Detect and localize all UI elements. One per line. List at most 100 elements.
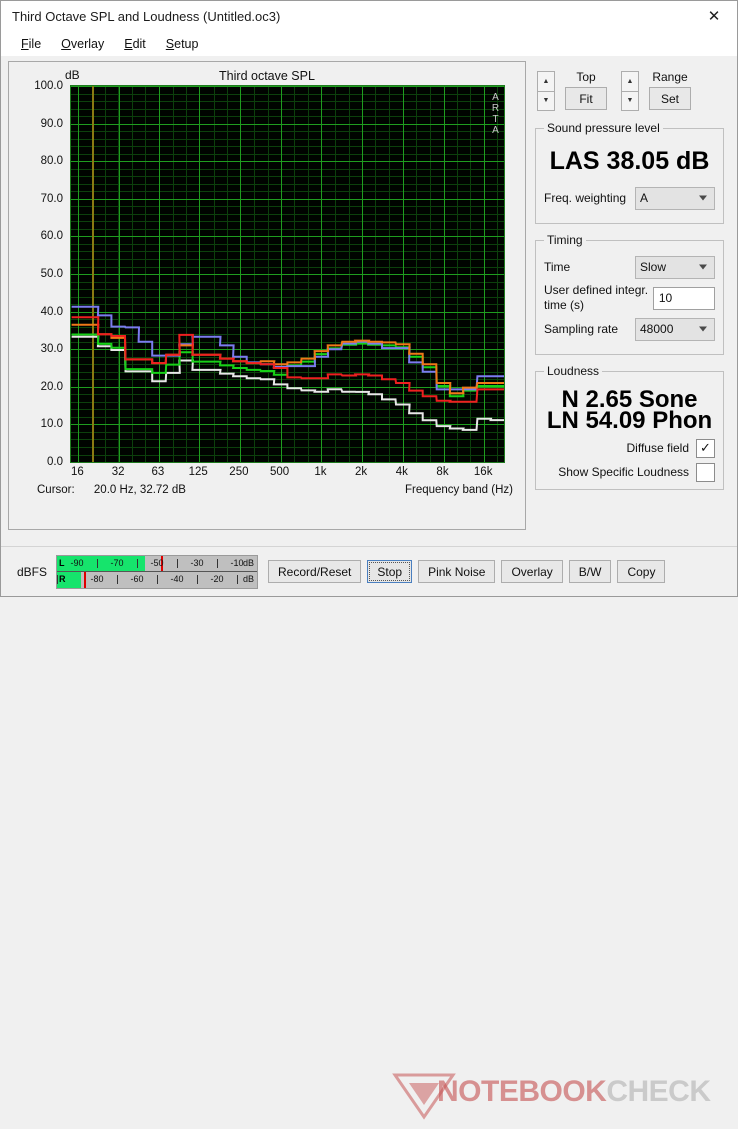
level-meter-tick-label: -50 (150, 557, 164, 568)
y-axis-labels: 100.0 90.0 80.0 70.0 60.0 50.0 40.0 30.0 20.0 10.… (9, 80, 67, 468)
x-axis-tick-label: 16k (473, 466, 493, 478)
menu-item-label: etup (174, 37, 199, 51)
menu-item-label: ile (28, 37, 42, 51)
plot-area[interactable]: ARTA (70, 85, 505, 463)
x-axis-tick-label: 63 (151, 466, 165, 478)
cursor-readout-label: Cursor: (37, 484, 75, 496)
graph-panel[interactable]: Third octave SPL dB 100.0 90.0 80.0 70.0 60.… (8, 61, 526, 530)
title-bar: Third Octave SPL and Loudness (Untitled.… (1, 1, 737, 32)
top-spinner-down-icon[interactable]: ▼ (537, 90, 555, 111)
weighting-value: A (640, 191, 649, 206)
sampling-label: Sampling rate (544, 321, 619, 336)
y-axis-tick-label: 0.0 (47, 456, 63, 468)
menu-item-edit[interactable]: Edit (114, 35, 156, 53)
y-axis-tick-label: 70.0 (40, 192, 63, 205)
range-spinner[interactable]: ▲ ▼ (621, 71, 639, 111)
top-spinner[interactable]: ▲ ▼ (537, 71, 555, 111)
sampling-select[interactable]: 48000 (635, 317, 715, 341)
watermark-text-secondary: CHECK (606, 1075, 711, 1108)
level-meter-left-channel: L (59, 557, 65, 568)
arta-letter: A (492, 92, 499, 103)
integration-input[interactable]: 10 (652, 286, 715, 310)
arta-letter: A (492, 125, 499, 136)
top-control-group: ▲ ▼ Top Fit (537, 69, 617, 115)
menu-item-setup[interactable]: Setup (156, 35, 209, 53)
y-axis-unit: dB (65, 68, 80, 82)
time-value: Slow (640, 260, 667, 275)
weighting-row: Freq. weighting A (544, 186, 715, 210)
menu-item-file[interactable]: File (11, 35, 51, 53)
x-axis-tick-label: 500 (270, 466, 290, 478)
diffuse-field-label: Diffuse field (626, 441, 689, 456)
y-axis-tick-label: 40.0 (40, 305, 63, 318)
level-meter: L dB -90 -70 -50 -30 -10 R dB -80 -60 -40 -20 (56, 554, 259, 589)
sampling-row: Sampling rate 48000 (544, 317, 715, 341)
loudness-phon: LN 54.09 Phon (546, 407, 713, 435)
diffuse-field-row[interactable]: Diffuse field ✓ (544, 438, 715, 458)
level-meter-tick-mark (237, 575, 239, 584)
side-panel: ▲ ▼ Top Fit ▲ ▼ Range Set Sound pressure… (533, 61, 726, 546)
integration-label: User defined integr. time (s) (544, 283, 649, 313)
app-window: Third Octave SPL and Loudness (Untitled.… (0, 0, 738, 1120)
close-icon[interactable]: ✕ (691, 1, 737, 32)
menu-item-accel: O (61, 37, 71, 51)
x-axis-tick-label: 4k (395, 466, 408, 478)
stop-button[interactable]: Stop (367, 560, 413, 583)
x-axis-title: Frequency band (Hz) (404, 484, 513, 496)
menu-item-label: dit (132, 37, 146, 51)
menu-item-accel: S (165, 37, 175, 51)
transport-buttons: Record/Reset Stop Pink Noise Overlay B/W Copy (268, 560, 666, 583)
watermark-text: NOTEBOOKCHECK (437, 1075, 711, 1109)
timing-group-label: Timing (547, 233, 583, 248)
level-meter-tick-mark (97, 558, 99, 568)
set-button[interactable]: Set (649, 87, 691, 110)
time-label: Time (544, 259, 571, 274)
chevron-down-icon (699, 326, 707, 332)
fit-button[interactable]: Fit (565, 87, 607, 110)
level-meter-tick-mark (57, 575, 59, 584)
level-meter-tick-mark (177, 558, 179, 568)
record-reset-button[interactable]: Record/Reset (268, 560, 362, 583)
y-axis-tick-label: 60.0 (40, 230, 63, 243)
weighting-label: Freq. weighting (544, 190, 627, 205)
specific-loudness-checkbox[interactable] (696, 462, 715, 482)
copy-button[interactable]: Copy (617, 560, 666, 583)
menu-bar: File Overlay Edit Setup (1, 32, 737, 56)
range-spinner-up-icon[interactable]: ▲ (621, 71, 639, 91)
level-meter-tick-mark (137, 558, 139, 568)
top-spinner-up-icon[interactable]: ▲ (537, 71, 555, 91)
time-select[interactable]: Slow (635, 255, 715, 279)
overlay-button[interactable]: Overlay (501, 560, 563, 583)
specific-loudness-row[interactable]: Show Specific Loudness (544, 462, 715, 482)
level-meter-left: L dB -90 -70 -50 -30 -10 (57, 555, 258, 572)
window-title: Third Octave SPL and Loudness (Untitled.… (12, 9, 281, 24)
level-meter-right-peak (84, 572, 87, 588)
level-meter-tick-label: -60 (130, 574, 144, 584)
level-meter-tick-label: -10 (230, 557, 244, 568)
b-w-button[interactable]: B/W (568, 560, 612, 583)
menu-item-overlay[interactable]: Overlay (51, 35, 114, 53)
sampling-value: 48000 (640, 322, 674, 337)
weighting-select[interactable]: A (635, 186, 715, 210)
y-axis-tick-label: 50.0 (40, 268, 63, 280)
level-meter-tick-label: -80 (90, 574, 104, 584)
trace-svg (71, 305, 504, 431)
grid-line-major-h (71, 462, 504, 463)
range-spinner-down-icon[interactable]: ▼ (621, 90, 639, 111)
loudness-group-label: Loudness (547, 364, 600, 379)
top-label: Top (576, 70, 596, 84)
watermark-text-primary: NOTEBOOK (437, 1075, 607, 1108)
x-axis-tick-label: 8k (436, 466, 449, 478)
time-row: Time Slow (544, 255, 715, 279)
x-axis-tick-label: 16 (70, 466, 84, 478)
y-axis-tick-label: 30.0 (40, 343, 63, 356)
arta-letter: R (491, 103, 500, 114)
diffuse-field-checkbox[interactable]: ✓ (696, 438, 715, 458)
x-axis-tick-label: 250 (229, 466, 249, 478)
spl-group-label: Sound pressure level (547, 121, 660, 135)
level-meter-left-unit: dB (243, 557, 255, 568)
bottom-bar: dBFS L dB -90 -70 -50 -30 -10 R dB -80 -60 -40… (1, 546, 737, 1120)
spl-value: LAS 38.05 dB (549, 147, 710, 175)
spl-group: Sound pressure level LAS 38.05 dB Freq. … (535, 121, 724, 225)
pink-noise-button[interactable]: Pink Noise (418, 560, 496, 583)
